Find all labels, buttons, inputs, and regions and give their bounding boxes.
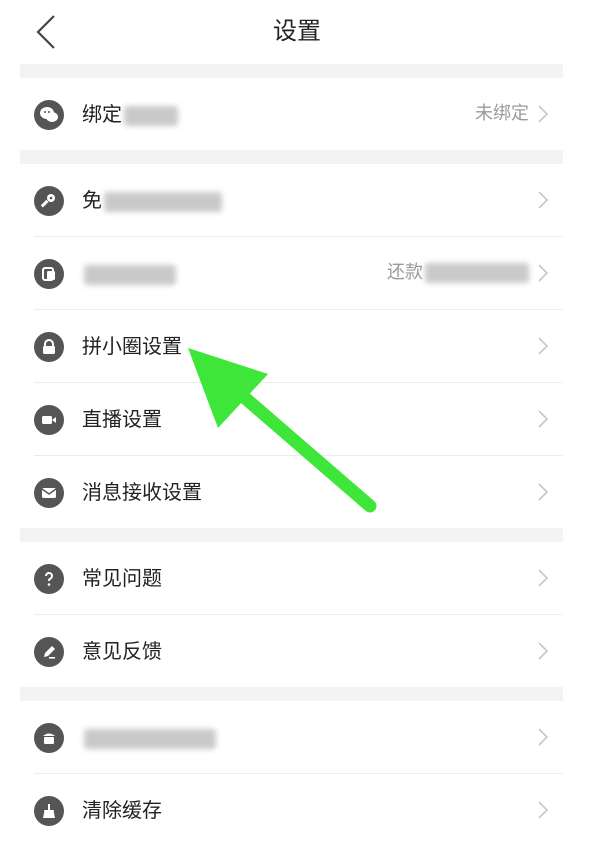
broom-icon: [34, 796, 64, 826]
row-label: 免: [82, 186, 222, 214]
settings-row-faq[interactable]: 常见问题: [20, 542, 563, 614]
edit-icon: [34, 637, 64, 667]
store-icon: [34, 723, 64, 753]
row-value: 还款: [387, 259, 529, 287]
chevron-right-icon: [538, 410, 549, 428]
settings-row-message-settings[interactable]: 消息接收设置: [20, 456, 563, 528]
row-label: 意见反馈: [82, 639, 162, 663]
mail-icon: [34, 478, 64, 508]
navigation-bar: 设置: [0, 0, 594, 64]
row-label: 拼小圈设置: [82, 334, 182, 358]
lock-icon: [34, 332, 64, 362]
settings-row-pay-settings[interactable]: 免: [20, 164, 563, 236]
key-icon: [34, 186, 64, 216]
section-gap: [20, 528, 563, 542]
row-label: 绑定: [82, 100, 178, 128]
chevron-right-icon: [538, 642, 549, 660]
row-label: 直播设置: [82, 407, 162, 431]
chevron-right-icon: [538, 264, 549, 282]
video-icon: [34, 405, 64, 435]
settings-row-merchant-entry[interactable]: [20, 701, 563, 773]
settings-row-bind-wechat[interactable]: 绑定 未绑定: [20, 78, 563, 150]
settings-row-feedback[interactable]: 意见反馈: [20, 615, 563, 687]
section-gap: [20, 64, 563, 78]
settings-row-deduction-settings[interactable]: 还款: [20, 237, 563, 309]
chevron-right-icon: [538, 728, 549, 746]
chevron-right-icon: [538, 483, 549, 501]
section-gap: [20, 150, 563, 164]
section-gap: [20, 687, 563, 701]
wechat-icon: [34, 100, 64, 130]
row-label: 消息接收设置: [82, 480, 202, 504]
row-label: [82, 259, 176, 287]
chevron-right-icon: [538, 191, 549, 209]
settings-row-circle-settings[interactable]: 拼小圈设置: [20, 310, 563, 382]
page-title: 设置: [273, 17, 321, 45]
row-value: 未绑定: [475, 103, 529, 124]
chevron-right-icon: [538, 105, 549, 123]
row-label: 常见问题: [82, 566, 162, 590]
card-icon: [34, 259, 64, 289]
chevron-right-icon: [538, 337, 549, 355]
chevron-right-icon: [538, 569, 549, 587]
chevron-right-icon: [538, 801, 549, 819]
settings-row-live-settings[interactable]: 直播设置: [20, 383, 563, 455]
question-icon: [34, 564, 64, 594]
row-label: 清除缓存: [82, 798, 162, 822]
settings-row-clear-cache[interactable]: 清除缓存: [20, 774, 563, 846]
row-label: [82, 723, 216, 751]
